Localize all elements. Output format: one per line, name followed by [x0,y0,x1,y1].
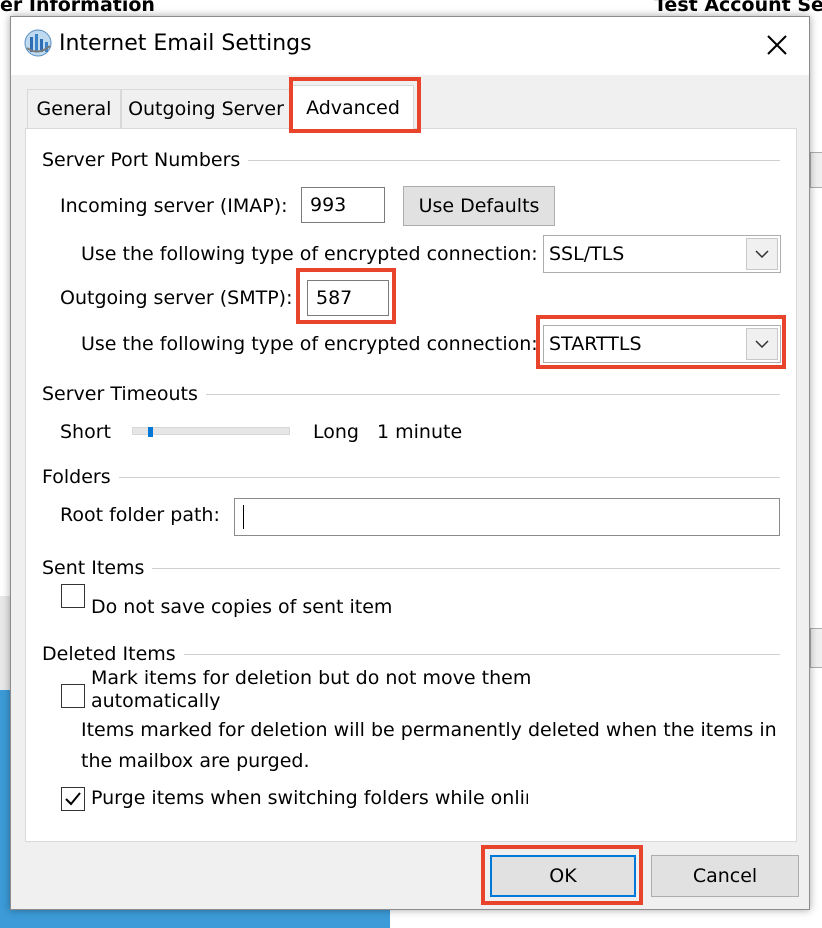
deleted-items-heading: Deleted Items [42,643,184,665]
section-divider [42,568,780,569]
advanced-tab-panel: Server Port Numbers Incoming server (IMA… [25,128,797,842]
purge-items-label: Purge items when switching folders while… [91,787,528,809]
checkmark-icon [65,792,81,806]
dialog-title: Internet Email Settings [59,31,312,56]
server-port-numbers-heading: Server Port Numbers [42,149,249,171]
incoming-encryption-label: Use the following type of encrypted conn… [81,243,538,265]
incoming-encryption-value: SSL/TLS [549,243,625,265]
sent-items-heading: Sent Items [42,557,153,579]
outgoing-encryption-value: STARTTLS [549,333,642,355]
cancel-button[interactable]: Cancel [651,855,799,897]
timeout-slider[interactable] [132,427,290,437]
deletion-info-line2: the mailbox are purged. [81,750,310,772]
do-not-save-sent-checkbox[interactable] [61,584,85,608]
timeout-value-label: 1 minute [377,421,463,443]
tab-general[interactable]: General [27,89,121,128]
title-bar: Internet Email Settings [11,17,809,75]
chevron-down-icon [746,238,778,270]
root-folder-input[interactable] [234,498,780,536]
background-header-left: er Information [0,0,155,16]
incoming-port-input[interactable]: 993 [301,187,385,223]
outgoing-encryption-dropdown[interactable]: STARTTLS [543,325,781,363]
purge-items-label-clip: Purge items when switching folders while… [91,785,528,813]
ok-button[interactable]: OK [490,855,636,897]
mail-settings-icon [23,28,53,58]
outgoing-server-label: Outgoing server (SMTP): [60,287,293,309]
outgoing-encryption-label: Use the following type of encrypted conn… [81,333,538,355]
slider-thumb[interactable] [148,427,153,437]
root-folder-label: Root folder path: [60,504,220,526]
server-timeouts-heading: Server Timeouts [42,383,206,405]
close-button[interactable] [755,23,799,67]
incoming-server-label: Incoming server (IMAP): [60,195,288,217]
close-icon [767,35,787,55]
timeout-short-label: Short [60,421,111,443]
mark-for-deletion-label-clip: Mark items for deletion but do not move … [91,670,571,710]
folders-heading: Folders [42,466,119,488]
mark-for-deletion-label-continued: automatically [91,690,221,710]
mark-for-deletion-checkbox[interactable] [61,684,85,708]
background-button [810,152,822,188]
incoming-encryption-dropdown[interactable]: SSL/TLS [543,235,781,273]
internet-email-settings-dialog: Internet Email Settings General Outgoing… [10,16,810,910]
timeout-long-label: Long [313,421,359,443]
tab-advanced[interactable]: Advanced [292,85,414,129]
outgoing-port-input[interactable]: 587 [307,280,389,316]
background-button [810,628,822,668]
section-divider [42,477,780,478]
purge-items-checkbox[interactable] [61,787,85,811]
do-not-save-sent-label: Do not save copies of sent item [91,596,393,618]
text-cursor [243,504,244,529]
tab-outgoing-server[interactable]: Outgoing Server [121,89,291,128]
chevron-down-icon [746,328,778,360]
deletion-info-line1: Items marked for deletion will be perman… [81,719,777,741]
background-header-right: Test Account Sett [654,0,822,16]
use-defaults-button[interactable]: Use Defaults [403,186,555,226]
mark-for-deletion-label: Mark items for deletion but do not move … [91,670,532,689]
